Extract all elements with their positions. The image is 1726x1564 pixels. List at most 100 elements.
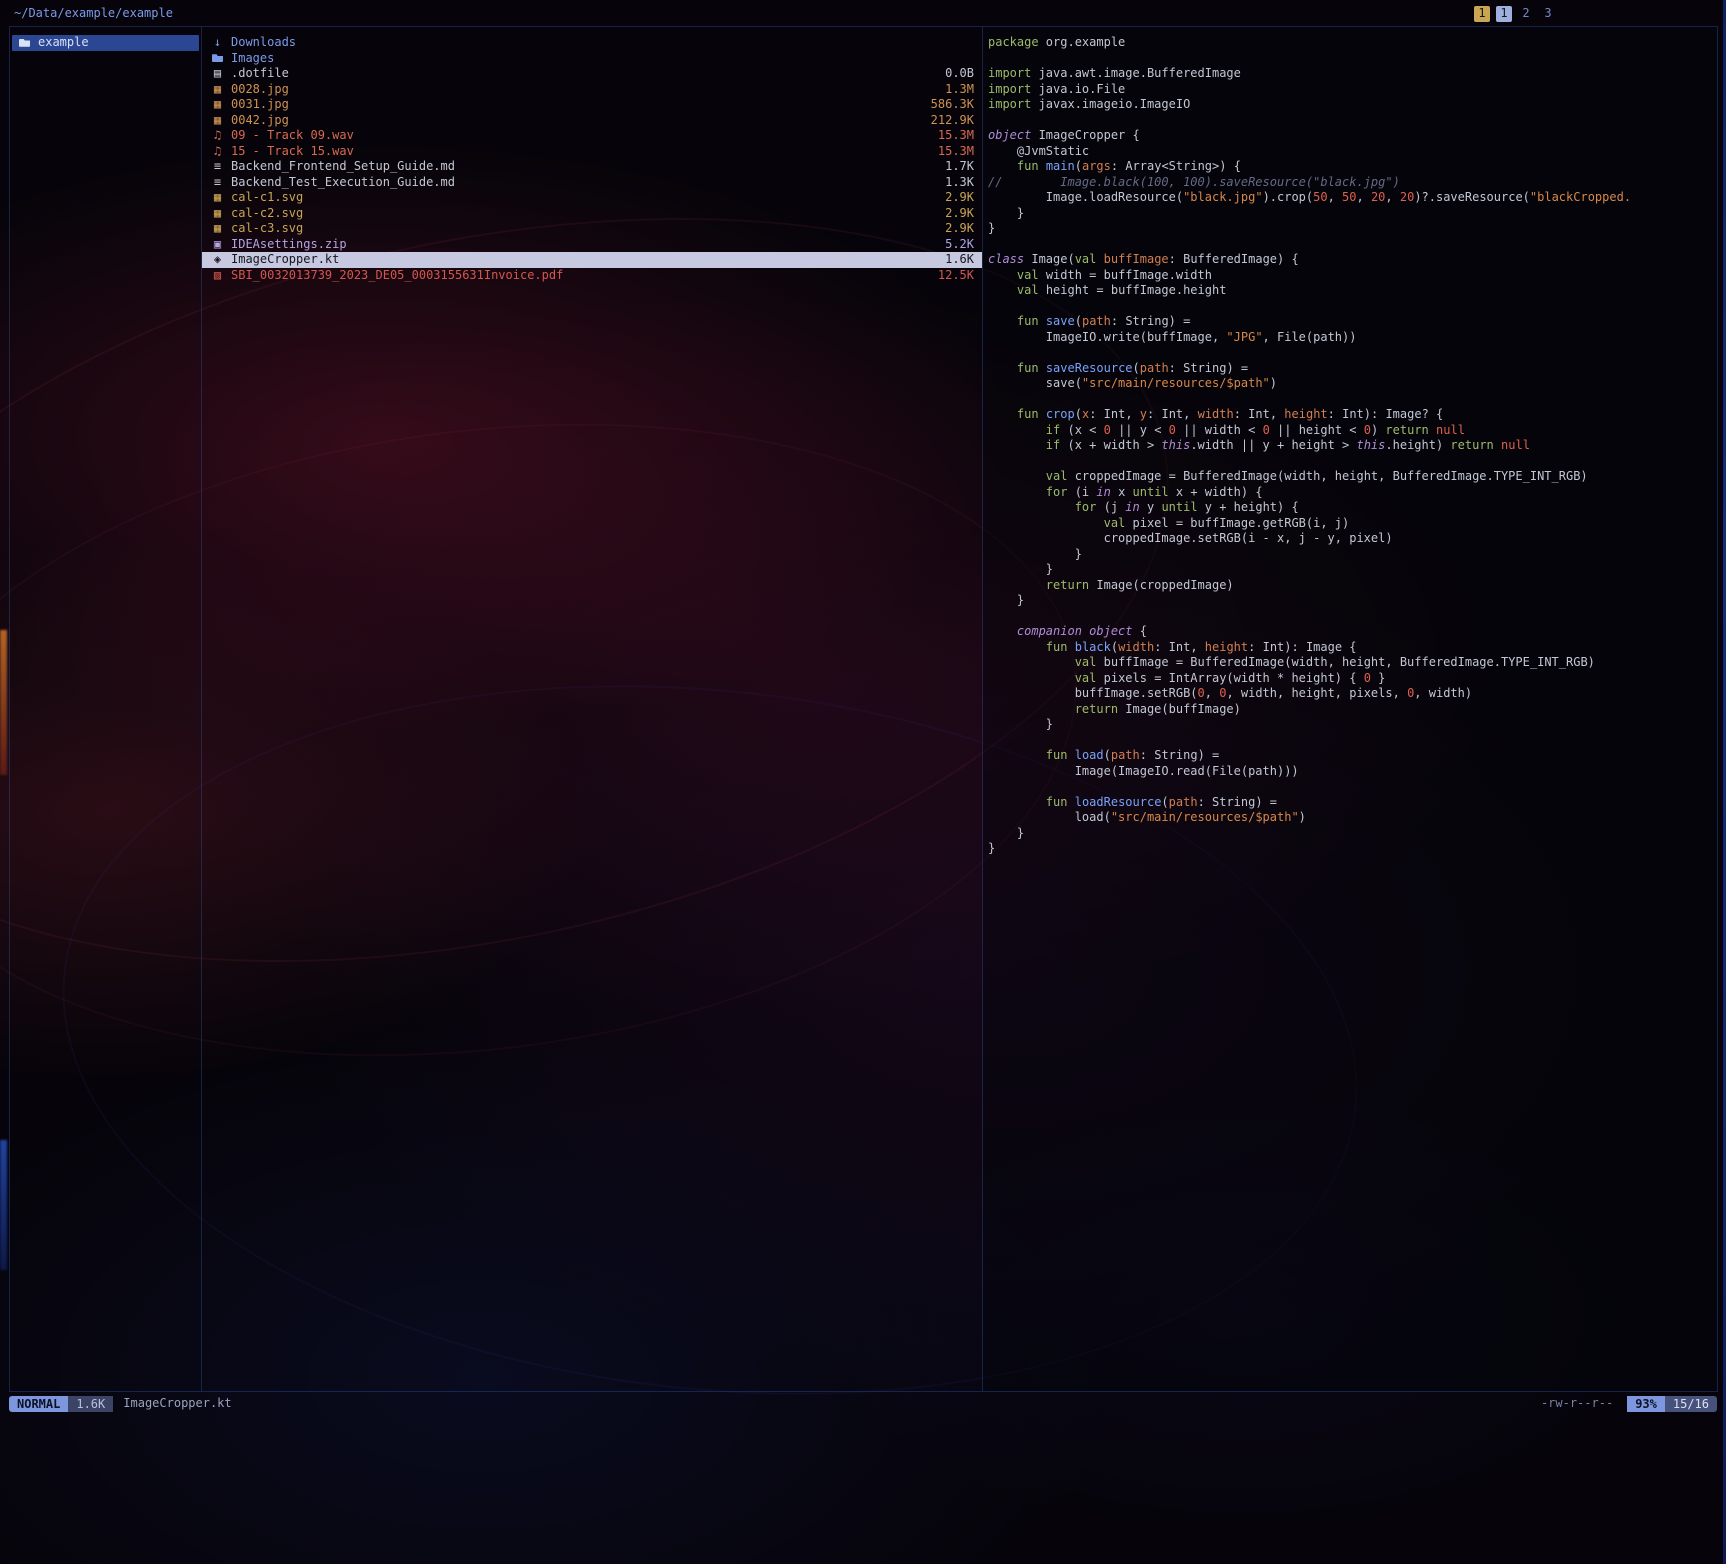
file-name: 0042.jpg — [231, 113, 289, 129]
code-line — [988, 113, 1713, 129]
code-token: 0 — [1104, 423, 1111, 437]
code-line: val width = buffImage.width — [988, 268, 1713, 284]
code-token — [1096, 252, 1103, 266]
code-line: val croppedImage = BufferedImage(width, … — [988, 469, 1713, 485]
tab-1[interactable]: 1 — [1474, 6, 1490, 22]
code-token: || y < — [1111, 423, 1169, 437]
code-token: || height < — [1270, 423, 1364, 437]
file-row[interactable]: 0028.jpg1.3M — [202, 82, 982, 98]
code-token: for — [1075, 500, 1097, 514]
file-size: 12.5K — [938, 268, 974, 284]
code-token: path — [1111, 748, 1140, 762]
code-token: 0 — [1263, 423, 1270, 437]
file-row[interactable]: 0042.jpg 212.9K — [202, 113, 982, 129]
code-token — [988, 578, 1046, 592]
code-token: : String) = — [1198, 795, 1277, 809]
file-row[interactable]: Images — [202, 51, 982, 67]
code-token: java.awt.image.BufferedImage — [1031, 66, 1241, 80]
code-token: pixel = buffImage.getRGB(i, j) — [1125, 516, 1349, 530]
code-token: "src/main/resources/$path" — [1111, 810, 1299, 824]
code-token: java.io.File — [1031, 82, 1125, 96]
code-line: fun loadResource(path: String) = — [988, 795, 1713, 811]
file-row[interactable]: 15 - Track 15.wav15.3M — [202, 144, 982, 160]
file-row[interactable]: SBI_0032013739_2023_DE05_0003155631Invoi… — [202, 268, 982, 284]
code-token — [988, 314, 1017, 328]
file-row[interactable]: Backend_Test_Execution_Guide.md1.3K — [202, 175, 982, 191]
code-token: .width || y + height > — [1190, 438, 1356, 452]
code-token: Image(buffImage) — [1118, 702, 1241, 716]
code-token: org.example — [1039, 35, 1126, 49]
code-token: 20 — [1400, 190, 1414, 204]
code-token: y + height) { — [1198, 500, 1299, 514]
code-token — [988, 159, 1017, 173]
file-name: 0031.jpg — [231, 97, 289, 113]
file-row[interactable]: .dotfile0.0B — [202, 66, 982, 82]
code-token — [1429, 423, 1436, 437]
file-row[interactable]: Backend_Frontend_Setup_Guide.md 1.7K — [202, 159, 982, 175]
code-token — [1039, 314, 1046, 328]
file-row[interactable]: cal-c3.svg2.9K — [202, 221, 982, 237]
code-token: // Image.black(100, 100).saveResource("b… — [988, 175, 1400, 189]
audio-icon — [210, 128, 225, 144]
mode-badge: NORMAL — [9, 1396, 68, 1412]
file-manager: example DownloadsImages.dotfile0.0B0028.… — [9, 26, 1718, 1392]
code-line: fun black(width: Int, height: Int): Imag… — [988, 640, 1713, 656]
code-token: save — [1046, 314, 1075, 328]
code-token: .height) — [1385, 438, 1450, 452]
scroll-percent-badge: 93% — [1627, 1396, 1665, 1412]
markdown-icon — [210, 175, 225, 191]
wallpaper-accent-orange — [0, 630, 7, 775]
file-size: 212.9K — [931, 113, 974, 129]
code-token: loadResource — [1075, 795, 1162, 809]
code-token — [988, 283, 1017, 297]
code-token: until — [1161, 500, 1197, 514]
code-token: val — [1075, 671, 1097, 685]
file-row[interactable]: 0031.jpg586.3K — [202, 97, 982, 113]
parent-dir-label: example — [38, 35, 89, 51]
code-token: val — [1104, 516, 1126, 530]
code-token: import — [988, 97, 1031, 111]
tab-2[interactable]: 2 — [1518, 6, 1534, 22]
parent-dir-item[interactable]: example — [12, 35, 199, 51]
file-row[interactable]: ImageCropper.kt1.6K — [202, 252, 982, 268]
code-token: ( — [1075, 314, 1082, 328]
permissions-text: -rw-r--r-- — [1541, 1396, 1613, 1412]
code-line: return Image(buffImage) — [988, 702, 1713, 718]
code-token: 50 — [1313, 190, 1327, 204]
file-row[interactable]: 09 - Track 09.wav15.3M — [202, 128, 982, 144]
code-token: ) — [1299, 810, 1306, 824]
tab-3[interactable]: 3 — [1540, 6, 1556, 22]
file-row[interactable]: Downloads — [202, 35, 982, 51]
code-lines: package org.example import java.awt.imag… — [988, 35, 1713, 857]
code-token: (x < — [1060, 423, 1103, 437]
code-token: : Int, — [1154, 640, 1205, 654]
code-line: } — [988, 206, 1713, 222]
file-name: SBI_0032013739_2023_DE05_0003155631Invoi… — [231, 268, 563, 284]
file-row[interactable]: cal-c1.svg2.9K — [202, 190, 982, 206]
code-token: val — [1075, 655, 1097, 669]
code-line — [988, 454, 1713, 470]
code-token: Image(ImageIO.read(File(path))) — [988, 764, 1299, 778]
file-row[interactable]: cal-c2.svg2.9K — [202, 206, 982, 222]
code-token: val — [1017, 268, 1039, 282]
file-name: Backend_Frontend_Setup_Guide.md — [231, 159, 455, 175]
code-line: } — [988, 826, 1713, 842]
code-token — [988, 795, 1046, 809]
file-size: 0.0B — [945, 66, 974, 82]
file-name: cal-c3.svg — [231, 221, 303, 237]
file-size: 1.7K — [945, 159, 974, 175]
file-row[interactable]: IDEAsettings.zip5.2K — [202, 237, 982, 253]
code-line — [988, 237, 1713, 253]
code-token: (j — [1096, 500, 1125, 514]
breadcrumb-path: ~/Data/example/example — [14, 6, 173, 20]
code-line: load("src/main/resources/$path") — [988, 810, 1713, 826]
code-token: buffImage — [1104, 252, 1169, 266]
code-line: if (x + width > this.width || y + height… — [988, 438, 1713, 454]
kotlin-icon — [210, 252, 225, 268]
status-filename: ImageCropper.kt — [123, 1396, 231, 1412]
code-token: : Int): Image? { — [1328, 407, 1444, 421]
tab-1[interactable]: 1 — [1496, 6, 1512, 22]
code-token: "JPG" — [1226, 330, 1262, 344]
zip-icon — [210, 237, 225, 253]
code-token: load — [1075, 748, 1104, 762]
